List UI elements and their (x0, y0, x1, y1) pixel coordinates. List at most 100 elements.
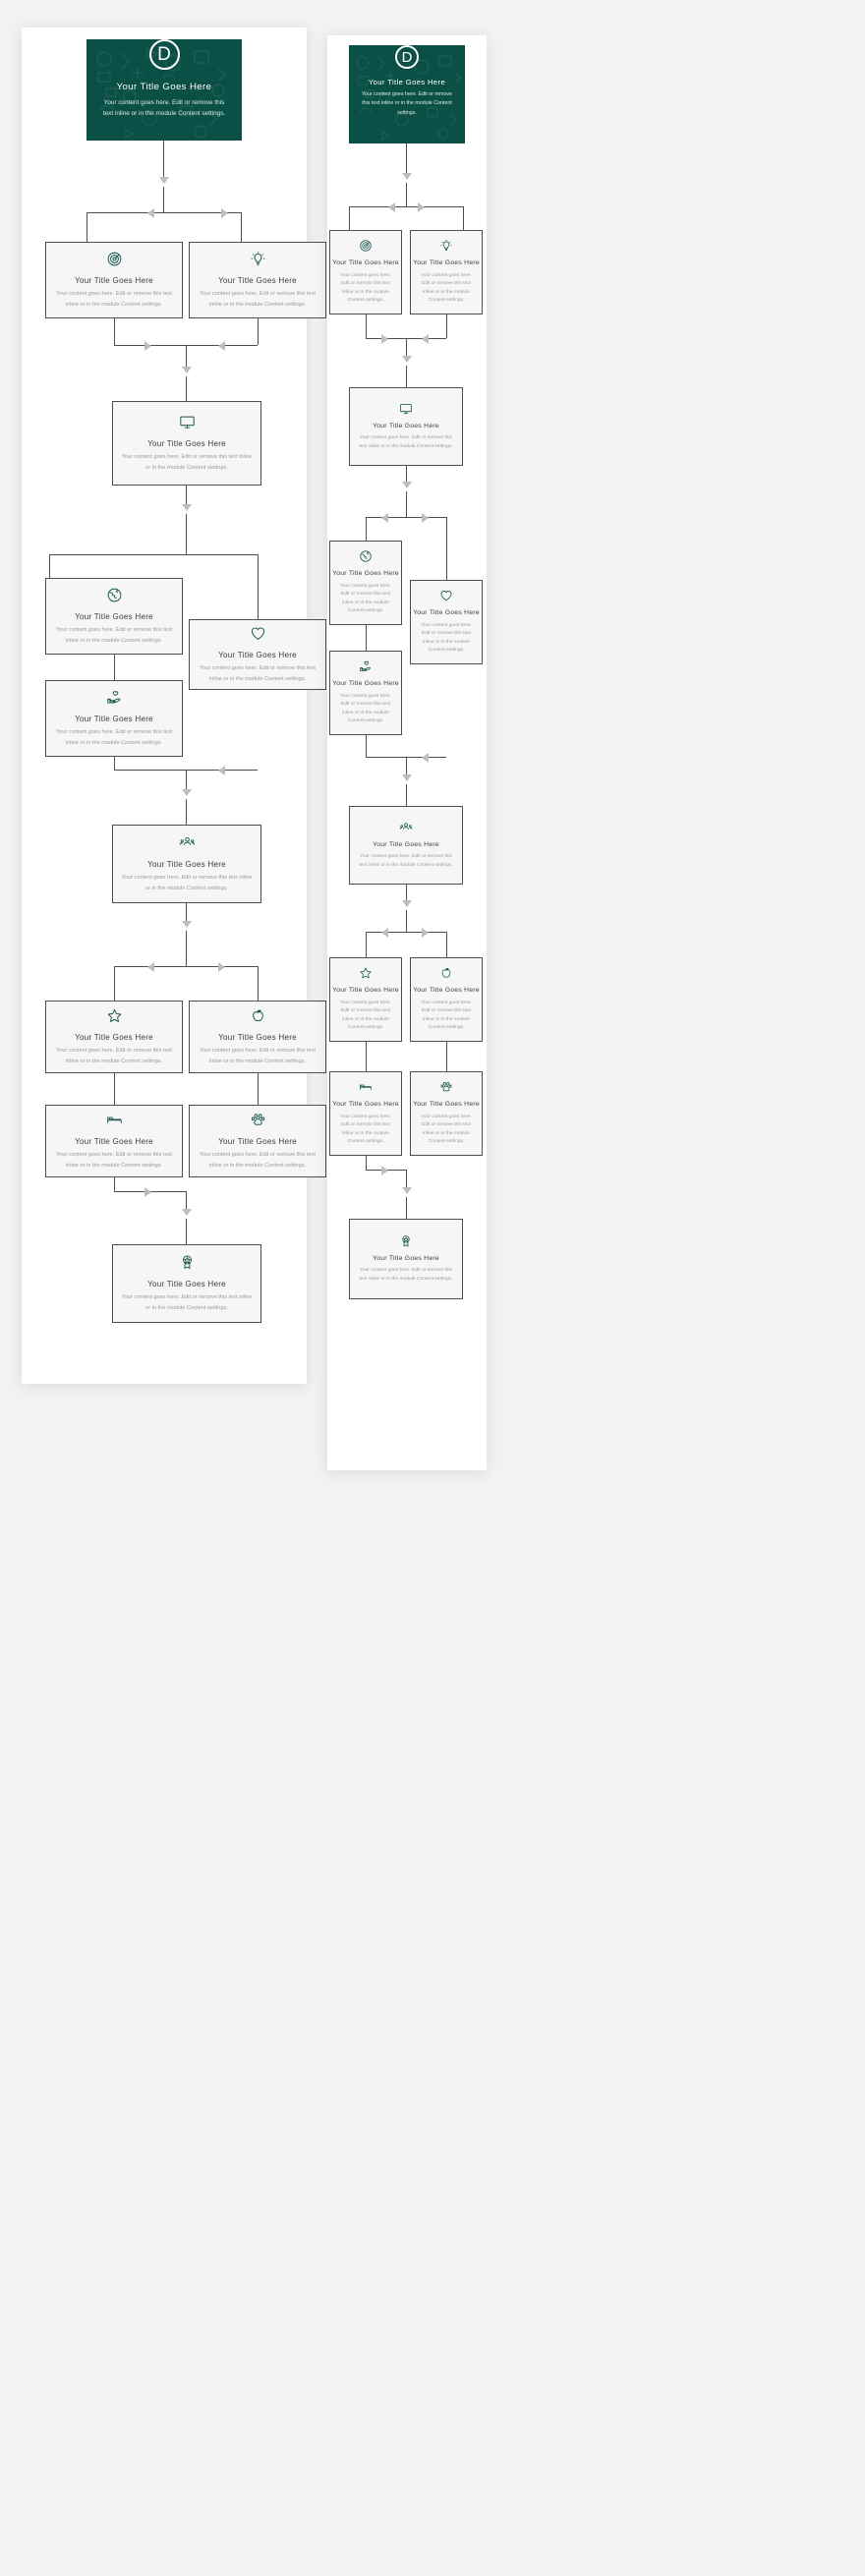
flow-node-lightbulb[interactable]: Your Title Goes Here Your content goes h… (189, 242, 326, 318)
flow-node-apple[interactable]: Your Title Goes Here Your content goes h… (189, 1001, 326, 1073)
node-body: Your content goes here. Edit or remove t… (340, 272, 391, 304)
flow-node-apple[interactable]: Your Title Goes Here Your content goes h… (410, 957, 483, 1042)
flow-node-hand-heart[interactable]: Your Title Goes Here Your content goes h… (329, 651, 402, 735)
node-body: Your content goes here. Edit or remove t… (421, 622, 472, 654)
node-title: Your Title Goes Here (413, 1100, 480, 1108)
connector-line (406, 366, 407, 387)
hero-card-desktop[interactable]: D Your Title Goes Here Your content goes… (86, 39, 242, 141)
flow-node-star[interactable]: Your Title Goes Here Your content goes h… (45, 1001, 183, 1073)
target-icon (107, 253, 121, 266)
arrow-left-icon (147, 962, 154, 972)
flow-node-bed[interactable]: Your Title Goes Here Your content goes h… (45, 1105, 183, 1177)
connector-line (186, 931, 187, 966)
flow-node-heart[interactable]: Your Title Goes Here Your content goes h… (189, 619, 326, 690)
flow-node-paw[interactable]: Your Title Goes Here Your content goes h… (410, 1071, 483, 1156)
flow-node-people[interactable]: Your Title Goes Here Your content goes h… (349, 806, 463, 885)
connector-line (366, 932, 446, 933)
connector-line (114, 966, 258, 967)
connector-line (406, 757, 407, 776)
arrow-down-icon (159, 177, 169, 184)
node-body: Your content goes here. Edit or remove t… (340, 583, 391, 614)
paw-icon (440, 1081, 452, 1092)
award-ribbon-icon (402, 1234, 410, 1247)
node-title: Your Title Goes Here (413, 986, 480, 994)
flow-node-monitor[interactable]: Your Title Goes Here Your content goes h… (112, 401, 261, 486)
node-title: Your Title Goes Here (75, 276, 153, 286)
connector-line (366, 625, 367, 651)
connector-line (186, 1219, 187, 1244)
connector-line (366, 932, 367, 957)
flow-node-award[interactable]: Your Title Goes Here Your content goes h… (112, 1244, 261, 1323)
connector-line (114, 757, 115, 770)
connector-line (366, 315, 367, 338)
heart-icon (440, 591, 452, 601)
arrow-down-icon (402, 356, 412, 363)
arrow-left-icon (422, 753, 429, 763)
arrow-right-icon (422, 513, 429, 523)
node-body: Your content goes here. Edit or remove t… (421, 272, 472, 304)
arrow-down-icon (182, 504, 192, 511)
node-title: Your Title Goes Here (332, 258, 399, 266)
node-title: Your Title Goes Here (147, 1280, 226, 1289)
connector-line (114, 1177, 115, 1191)
divi-logo-icon: D (148, 39, 180, 70)
flow-node-monitor[interactable]: Your Title Goes Here Your content goes h… (349, 387, 463, 466)
flow-node-award[interactable]: Your Title Goes Here Your content goes h… (349, 1219, 463, 1299)
node-body: Your content goes here. Edit or remove t… (359, 1268, 453, 1282)
flow-node-bed[interactable]: Your Title Goes Here Your content goes h… (329, 1071, 402, 1156)
connector-line (186, 345, 187, 369)
arrow-left-icon (218, 341, 225, 351)
paw-icon (251, 1114, 264, 1126)
connector-line (186, 799, 187, 825)
bed-icon (360, 1084, 372, 1090)
node-body: Your content goes here. Edit or remove t… (359, 435, 453, 449)
node-title: Your Title Goes Here (147, 439, 226, 449)
flow-node-target[interactable]: Your Title Goes Here Your content goes h… (329, 230, 402, 315)
connector-line (446, 315, 447, 338)
apple-icon (441, 968, 451, 978)
monitor-icon (400, 403, 412, 414)
arrow-down-icon (182, 789, 192, 796)
connector-line (406, 784, 407, 806)
node-body: Your content goes here. Edit or remove t… (340, 693, 391, 724)
node-body: Your content goes here. Edit or remove t… (56, 1048, 172, 1064)
flow-node-paw[interactable]: Your Title Goes Here Your content goes h… (189, 1105, 326, 1177)
hero-card-mobile[interactable]: D Your Title Goes Here Your content goes… (349, 45, 465, 143)
flow-node-globe[interactable]: Your Title Goes Here Your content goes h… (329, 541, 402, 625)
node-title: Your Title Goes Here (373, 840, 439, 848)
node-title: Your Title Goes Here (373, 422, 439, 429)
divi-logo-icon: D (395, 45, 419, 69)
arrow-down-icon (182, 367, 192, 373)
flow-node-heart[interactable]: Your Title Goes Here Your content goes h… (410, 580, 483, 664)
connector-line (186, 514, 187, 554)
arrow-left-icon (388, 202, 395, 212)
apple-icon (252, 1009, 263, 1022)
connector-line (406, 910, 407, 932)
connector-line (366, 735, 367, 757)
flow-node-lightbulb[interactable]: Your Title Goes Here Your content goes h… (410, 230, 483, 315)
target-icon (360, 240, 372, 252)
connector-line (186, 486, 187, 506)
arrow-right-icon (381, 1166, 388, 1175)
hero-body: Your content goes here. Edit or remove t… (102, 99, 226, 118)
connector-line (446, 932, 447, 957)
flow-node-hand-heart[interactable]: Your Title Goes Here Your content goes h… (45, 680, 183, 757)
flow-node-globe[interactable]: Your Title Goes Here Your content goes h… (45, 578, 183, 655)
lightbulb-icon (251, 252, 264, 266)
connector-line (49, 554, 258, 555)
flow-node-target[interactable]: Your Title Goes Here Your content goes h… (45, 242, 183, 318)
flow-node-people[interactable]: Your Title Goes Here Your content goes h… (112, 825, 261, 903)
monitor-icon (179, 417, 195, 429)
node-body: Your content goes here. Edit or remove t… (121, 1294, 253, 1311)
node-body: Your content goes here. Edit or remove t… (56, 1152, 172, 1169)
connector-line (114, 1073, 115, 1105)
node-title: Your Title Goes Here (332, 1100, 399, 1108)
flow-node-star[interactable]: Your Title Goes Here Your content goes h… (329, 957, 402, 1042)
node-title: Your Title Goes Here (218, 1137, 297, 1147)
connector-line (258, 318, 259, 345)
connector-line (349, 206, 463, 207)
hand-heart-icon (360, 660, 371, 671)
node-title: Your Title Goes Here (413, 258, 480, 266)
connector-line (366, 517, 367, 541)
connector-line (49, 554, 50, 578)
